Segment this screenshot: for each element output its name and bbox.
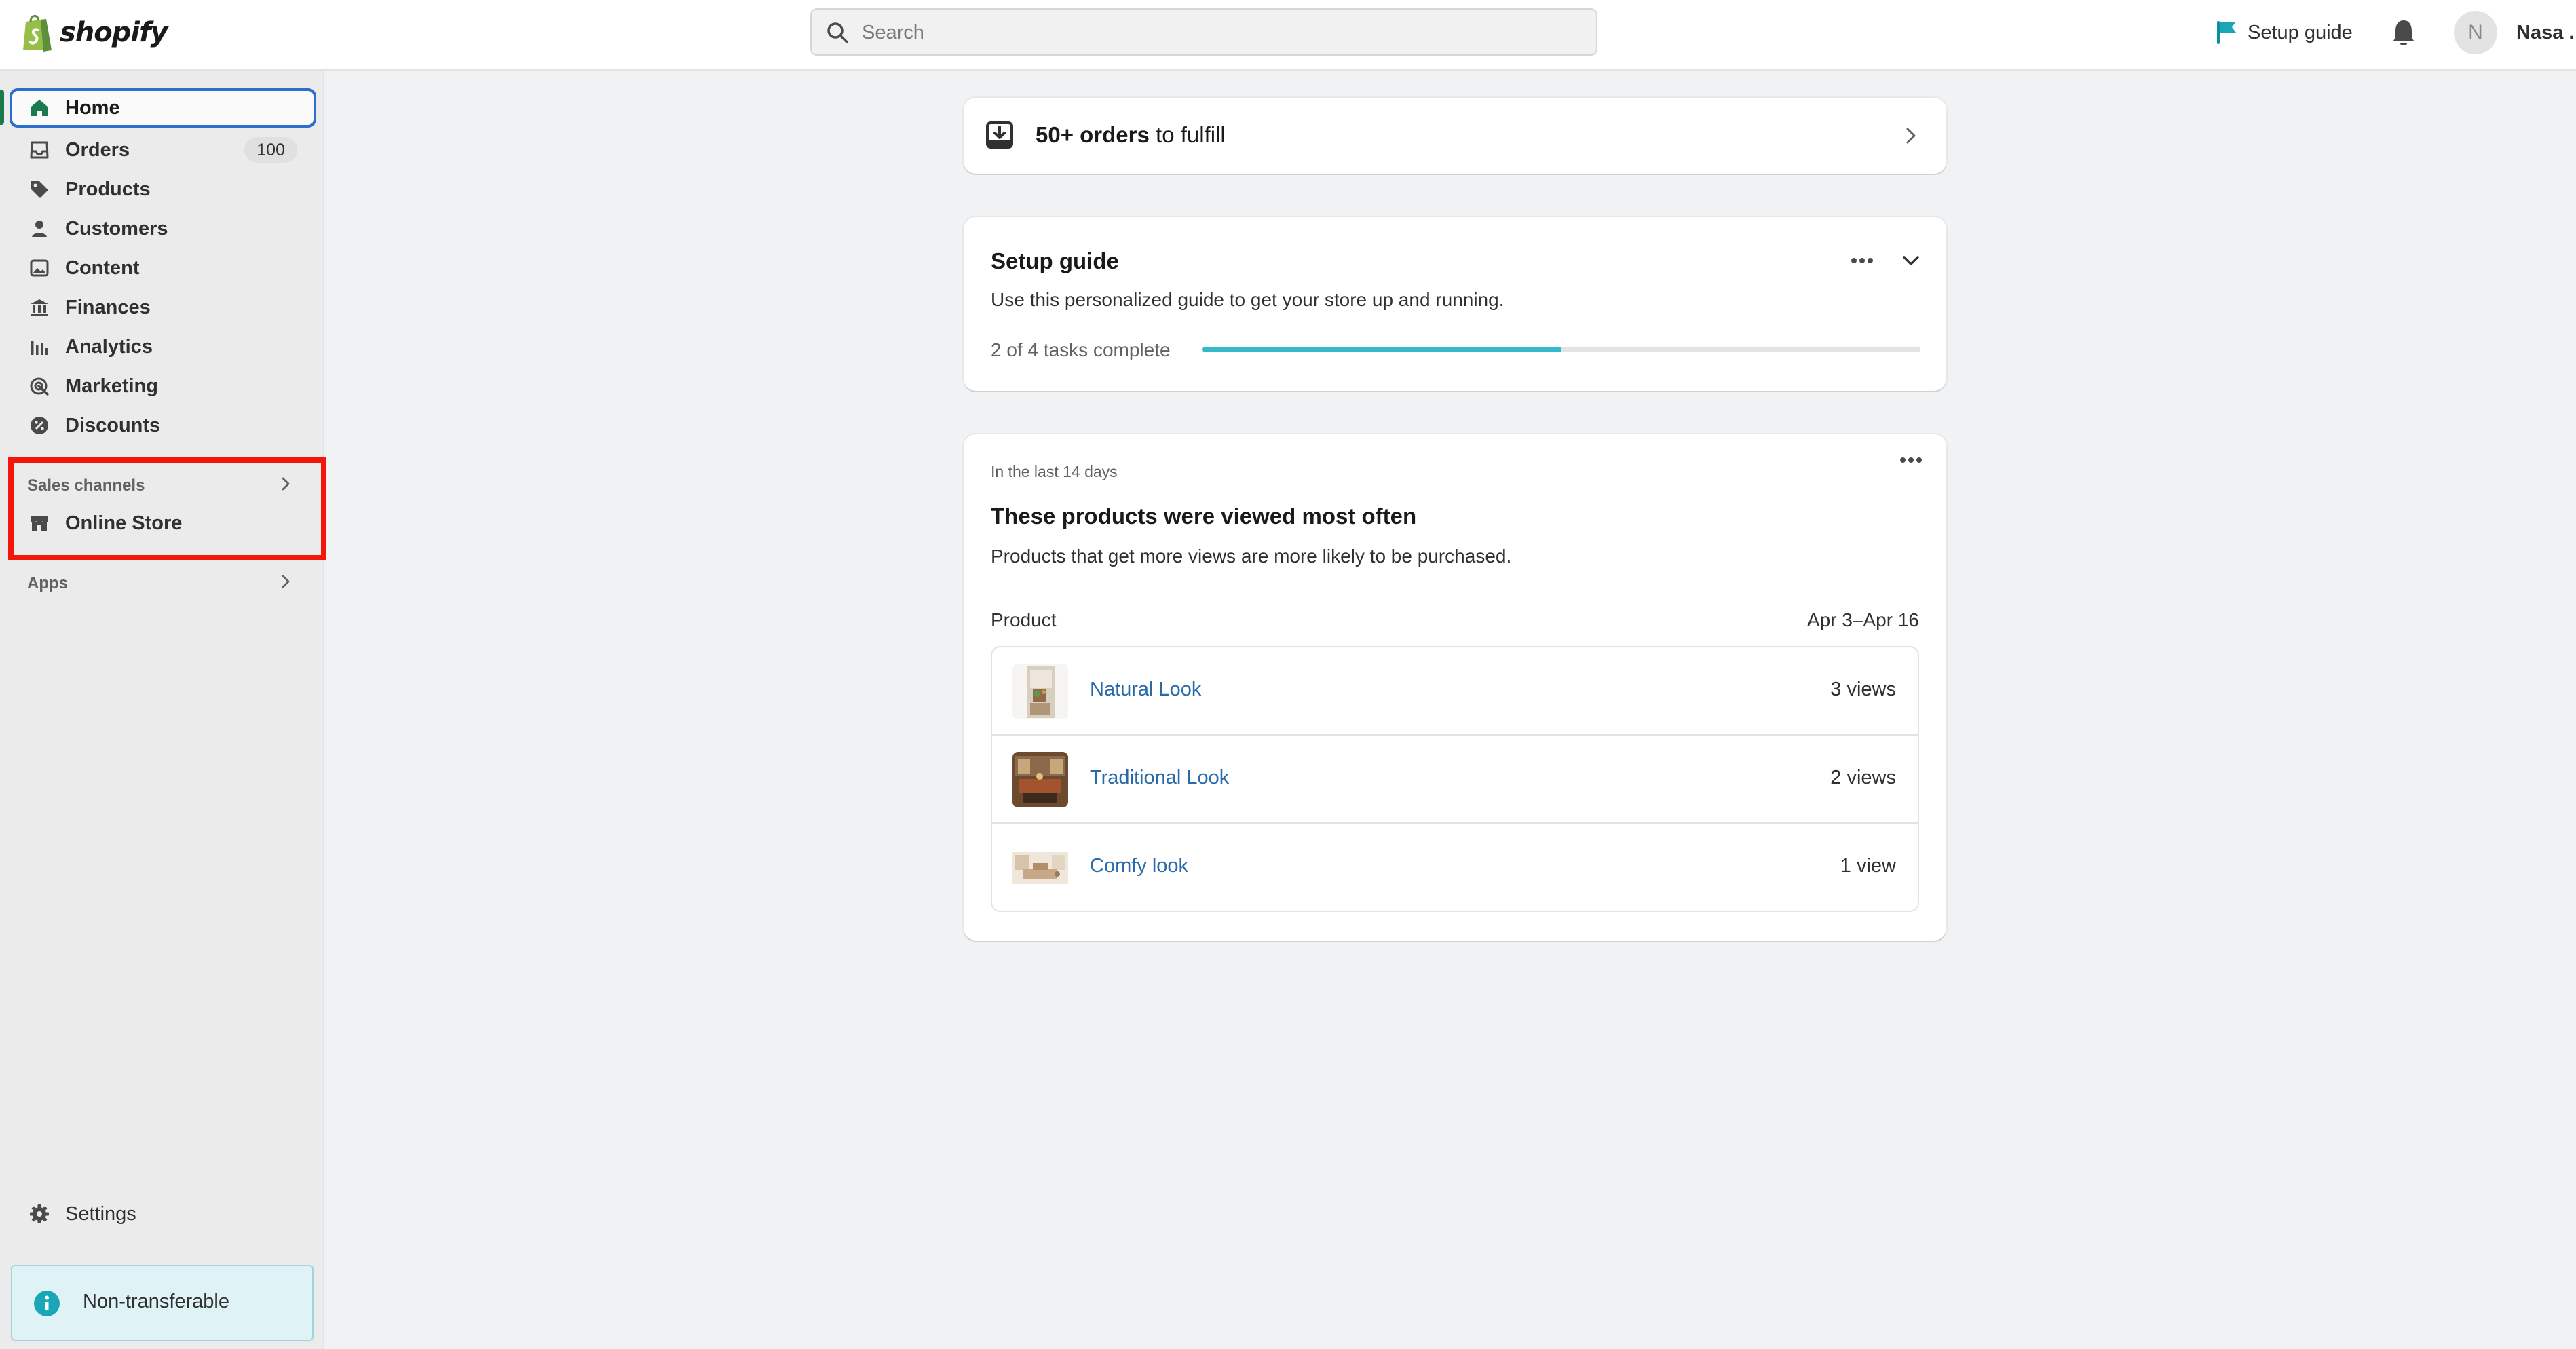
chevron-right-icon (1906, 128, 1916, 144)
orders-suffix: to fulfill (1149, 122, 1226, 147)
more-actions-icon[interactable] (1896, 445, 1926, 475)
sidebar-item-customers[interactable]: Customers (10, 209, 316, 248)
flag-icon (2217, 21, 2236, 44)
sidebar-item-discounts[interactable]: Discounts (10, 406, 316, 445)
search-icon (827, 22, 848, 43)
user-name: Nasa . (2516, 21, 2575, 43)
setup-guide-label: Setup guide (2248, 21, 2353, 43)
most-viewed-products-card: In the last 14 days These products were … (964, 434, 1946, 940)
setup-guide-link[interactable]: Setup guide (2215, 18, 2353, 48)
product-views: 2 views (1830, 767, 1896, 788)
search-input[interactable] (860, 10, 1583, 56)
avatar: N (2454, 11, 2497, 54)
table-row[interactable]: Comfy look 1 view (992, 824, 1918, 911)
gear-icon (30, 1204, 49, 1223)
download-tray-icon (986, 121, 1013, 149)
period-label: In the last 14 days (991, 463, 1118, 480)
sidebar-item-analytics[interactable]: Analytics (10, 327, 316, 366)
orders-to-fulfill-text: 50+ orders to fulfill (1036, 122, 1226, 148)
progress-label: 2 of 4 tasks complete (991, 339, 1171, 360)
room-photo-image (1012, 840, 1068, 896)
tag-icon (31, 181, 48, 198)
chevron-right-icon[interactable] (278, 574, 293, 589)
brand-name: shopify (60, 17, 168, 48)
sidebar-item-label: Home (65, 96, 120, 119)
orders-to-fulfill-card[interactable]: 50+ orders to fulfill (964, 98, 1946, 174)
bank-icon (31, 299, 48, 316)
sidebar-item-finances[interactable]: Finances (10, 288, 316, 327)
person-icon (32, 221, 47, 238)
product-views: 3 views (1830, 679, 1896, 700)
sidebar-item-label: Orders (65, 138, 130, 161)
user-menu[interactable]: N Nasa . (2454, 11, 2574, 54)
table-row[interactable]: Traditional Look 2 views (992, 736, 1918, 824)
sidebar-item-online-store[interactable]: Online Store (10, 504, 316, 543)
product-link[interactable]: Natural Look (1090, 679, 1201, 701)
chevron-down-icon[interactable] (1897, 247, 1925, 274)
product-views: 1 view (1840, 855, 1896, 877)
setup-progress-bar (1202, 347, 1920, 352)
sidebar-item-label: Discounts (65, 414, 161, 436)
sidebar-item-label: Analytics (65, 335, 153, 358)
sidebar-item-products[interactable]: Products (10, 170, 316, 209)
orders-count-badge: 100 (244, 137, 297, 163)
sidebar-item-label: Finances (65, 296, 151, 318)
target-icon (30, 377, 49, 396)
sidebar-item-orders[interactable]: Orders 100 (10, 130, 316, 170)
product-link[interactable]: Comfy look (1090, 855, 1188, 877)
sidebar-item-label: Customers (65, 217, 168, 240)
progress-fill (1202, 347, 1561, 352)
notice-text: Non-transferable (83, 1291, 229, 1312)
sidebar-item-marketing[interactable]: Marketing (10, 366, 316, 406)
sidebar-item-label: Products (65, 178, 151, 200)
sidebar-item-label: Marketing (65, 375, 158, 397)
most-viewed-title: These products were viewed most often (991, 504, 1417, 529)
bar-chart-icon (31, 341, 48, 355)
product-thumbnail (1012, 752, 1068, 808)
store-icon (31, 516, 48, 531)
orders-count: 50+ orders (1036, 122, 1150, 147)
setup-guide-description: Use this personalized guide to get your … (991, 289, 1504, 310)
sidebar-item-content[interactable]: Content (10, 248, 316, 288)
apps-heading[interactable]: Apps (27, 574, 68, 593)
active-indicator (0, 90, 4, 125)
image-icon (30, 259, 49, 277)
shopify-logo[interactable]: shopify (20, 12, 168, 53)
sidebar-item-label: Content (65, 256, 140, 279)
non-transferable-notice[interactable]: Non-transferable (11, 1265, 314, 1341)
discount-icon (31, 417, 48, 434)
column-header-date-range: Apr 3–Apr 16 (1807, 609, 1919, 630)
most-viewed-description: Products that get more views are more li… (991, 546, 1512, 567)
product-link[interactable]: Traditional Look (1090, 767, 1229, 789)
setup-guide-card: Setup guide Use this personalized guide … (964, 217, 1946, 391)
sidebar: Home Orders 100 Products Customers Conte… (0, 71, 326, 1349)
bell-icon[interactable] (2390, 18, 2417, 48)
top-bar: shopify Setup guide N Nasa . (0, 0, 2576, 71)
table-row[interactable]: Natural Look 3 views (992, 647, 1918, 736)
sidebar-item-settings[interactable]: Settings (10, 1194, 316, 1234)
column-header-product: Product (991, 609, 1057, 630)
sidebar-item-label: Online Store (65, 512, 183, 534)
product-thumbnail (1012, 664, 1068, 719)
inbox-icon (30, 141, 49, 159)
product-thumbnail (1012, 840, 1068, 896)
products-table: Natural Look 3 views Traditional Look 2 … (991, 646, 1919, 912)
home-icon (31, 100, 48, 116)
chevron-right-icon[interactable] (278, 476, 293, 491)
room-photo-image (1012, 664, 1068, 719)
sales-channels-heading[interactable]: Sales channels (27, 476, 145, 495)
sidebar-item-home[interactable]: Home (10, 88, 316, 128)
more-actions-icon[interactable] (1847, 246, 1877, 276)
room-photo-image (1012, 752, 1068, 808)
sidebar-item-label: Settings (65, 1202, 136, 1225)
setup-guide-title: Setup guide (991, 248, 1119, 273)
shopify-bag-icon (23, 15, 52, 52)
search-bar[interactable] (810, 8, 1597, 56)
info-icon (34, 1291, 60, 1316)
